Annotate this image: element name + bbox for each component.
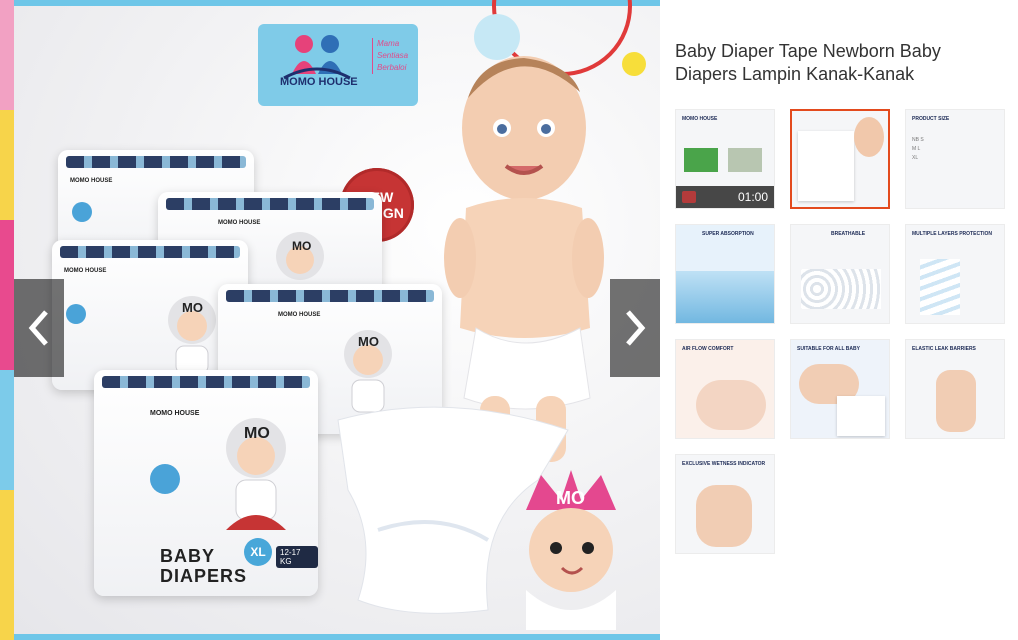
svg-text:MO: MO — [292, 239, 311, 253]
thumbnail-layers[interactable]: MULTIPLE LAYERS PROTECTION — [905, 224, 1005, 324]
chevron-right-icon — [626, 310, 646, 346]
svg-text:MO: MO — [182, 300, 203, 315]
thumbnail-text: NB S M L XL — [912, 137, 924, 161]
thumbnail-elastic[interactable]: ELASTIC LEAK BARRIERS — [905, 339, 1005, 439]
pack-circle-icon — [66, 304, 86, 324]
svg-text:MO: MO — [556, 488, 585, 508]
pack-brand: MOMO HOUSE — [278, 312, 321, 318]
thumbnail-visual — [798, 131, 854, 201]
mascot-icon: MO — [276, 232, 324, 280]
thumbnail-absorb[interactable]: SUPER ABSORPTION — [675, 224, 775, 324]
pack-band — [166, 198, 374, 210]
thumbnail-visual — [936, 370, 976, 432]
mascot-baby-icon: MO — [526, 470, 616, 630]
thumbnail-suitable[interactable]: SUITABLE FOR ALL BABY — [790, 339, 890, 439]
thumbnail-wetness[interactable]: EXCLUSIVE WETNESS INDICATOR — [675, 454, 775, 554]
thumbnail-visual — [696, 485, 752, 547]
thumbnail-visual — [676, 271, 774, 323]
video-duration-bar: 01:00 — [676, 186, 774, 208]
pack-band — [66, 156, 246, 168]
logo-text: MOMO HOUSE — [280, 76, 358, 88]
diaper-pack-front: MOMO HOUSE MO BABY DIAPERS XL 12-17 KG — [94, 370, 318, 596]
thumbnail-video[interactable]: Momo House 01:00 — [675, 109, 775, 209]
video-duration: 01:00 — [737, 190, 768, 204]
previous-image-button[interactable] — [14, 279, 64, 377]
thumbnail-visual — [854, 117, 884, 157]
brand-logo-icon — [283, 35, 351, 80]
thumbnail-visual — [837, 396, 885, 436]
decor-stripe-left — [0, 0, 14, 640]
pack-band — [102, 376, 310, 388]
thumbnail-visual — [801, 269, 881, 309]
pack-brand: MOMO HOUSE — [150, 410, 200, 417]
thumbnail-heading: ELASTIC LEAK BARRIERS — [912, 346, 976, 352]
astronaut-mascot-icon: MO — [226, 418, 286, 530]
thumbnail-main-active[interactable] — [790, 109, 890, 209]
chevron-left-icon — [28, 310, 48, 346]
svg-text:MO: MO — [358, 334, 379, 349]
video-play-icon — [682, 191, 696, 203]
thumbnail-heading: EXCLUSIVE WETNESS INDICATOR — [682, 461, 766, 467]
logo-tagline: Mama Sentiasa Berbaloi — [372, 38, 416, 74]
product-page: MOMO HOUSE Mama Sentiasa Berbaloi NEW DE… — [0, 0, 1018, 640]
decor-stripe-bottom — [0, 634, 660, 640]
thumbnail-heading: PRODUCT SIZE — [912, 116, 950, 122]
thumbnail-breathable[interactable]: BREATHABLE — [790, 224, 890, 324]
brand-logo: MOMO HOUSE Mama Sentiasa Berbaloi — [258, 24, 418, 106]
pack-brand: MOMO HOUSE — [218, 220, 261, 226]
thumbnail-size[interactable]: PRODUCT SIZE NB S M L XL — [905, 109, 1005, 209]
decor-yellow-dot — [622, 52, 646, 76]
thumbnail-visual — [684, 148, 718, 172]
thumbnail-heading: BREATHABLE — [831, 231, 866, 237]
main-product-image[interactable]: MOMO HOUSE Mama Sentiasa Berbaloi NEW DE… — [0, 0, 660, 640]
pack-brand: MOMO HOUSE — [64, 268, 107, 274]
thumbnail-heading: MULTIPLE LAYERS PROTECTION — [912, 231, 993, 237]
pack-circle-icon — [150, 464, 180, 494]
thumbnail-heading: Momo House — [682, 116, 718, 122]
weight-range: 12-17 KG — [276, 546, 318, 568]
svg-text:MO: MO — [244, 425, 270, 442]
product-title: Baby Diaper Tape Newborn Baby Diapers La… — [675, 41, 941, 84]
thumbnail-heading: SUITABLE FOR ALL BABY — [797, 346, 860, 352]
thumbnail-visual — [696, 380, 766, 430]
thumbnail-visual — [920, 259, 960, 315]
thumbnail-airflow[interactable]: AIR FLOW COMFORT — [675, 339, 775, 439]
pack-brand: MOMO HOUSE — [70, 178, 113, 184]
pack-band — [60, 246, 240, 258]
pack-circle-icon — [72, 202, 92, 222]
thumbnail-heading: SUPER ABSORPTION — [702, 231, 754, 237]
next-image-button[interactable] — [610, 279, 660, 377]
thumbnail-visual — [728, 148, 762, 172]
pack-band — [226, 290, 434, 302]
size-badge-xl: XL — [244, 538, 272, 566]
thumbnail-heading: AIR FLOW COMFORT — [682, 346, 734, 352]
